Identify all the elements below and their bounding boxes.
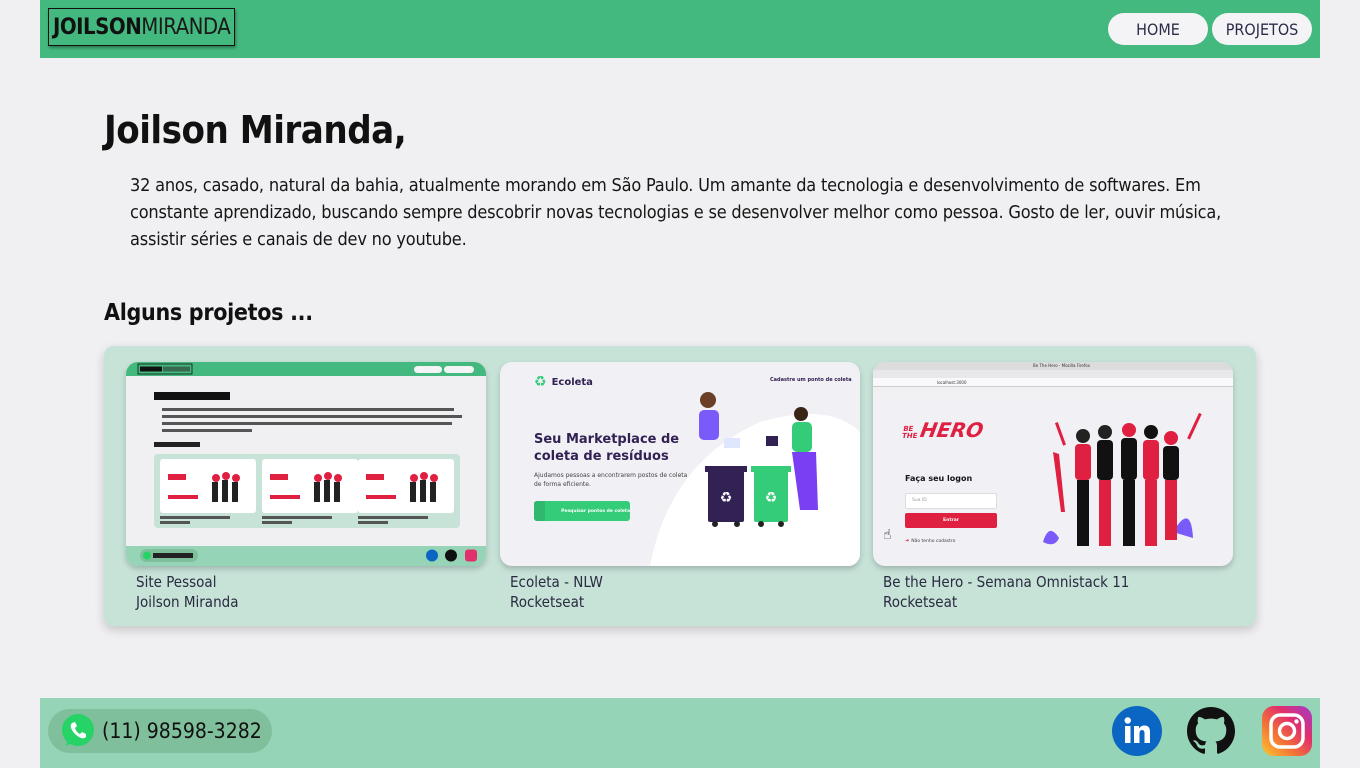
hero-logon-heading: Faça seu logon <box>905 474 973 483</box>
hero-register-link: ➜ Não tenho cadastro <box>905 538 955 544</box>
ecoleta-headline-1: Seu Marketplace de <box>534 432 680 447</box>
ecoleta-headline-2: coleta de resíduos <box>534 449 669 464</box>
hero-id-input: Sua ID <box>905 493 997 509</box>
project-name: Site Pessoal <box>136 573 217 591</box>
project-author: Rocketseat <box>510 593 585 611</box>
project-name: Be the Hero - Semana Omnistack 11 <box>883 573 1130 591</box>
ecoleta-preview-image: ♻ ♻ <box>650 392 860 566</box>
nav-projects-button[interactable]: PROJETOS <box>1212 13 1312 45</box>
hero-login-button: Entrar <box>905 513 997 528</box>
ecoleta-register-link: Cadastre um ponto de coleta <box>770 377 852 383</box>
hero-preview-image <box>1043 412 1202 546</box>
main-nav: HOME PROJETOS <box>1108 13 1312 45</box>
hero-logo-small: BE THE <box>901 425 919 440</box>
github-icon[interactable] <box>1186 706 1236 756</box>
hero-logo-hero: HERO <box>918 418 986 442</box>
project-name: Ecoleta - NLW <box>510 573 603 591</box>
svg-text:♻: ♻ <box>720 490 733 506</box>
log-in-icon: ➜ <box>905 538 910 544</box>
instagram-icon[interactable] <box>1262 706 1312 756</box>
project-thumbnail-site-pessoal[interactable] <box>126 362 486 566</box>
page: JOILSON MIRANDA HOME PROJETOS Joilson Mi… <box>40 0 1320 768</box>
project-card-ecoleta[interactable]: ♻ ♻ ♻ Ecoleta Cadastre um ponto de colet… <box>500 362 860 612</box>
hero-login-button-label: Entrar <box>943 518 959 523</box>
project-card-be-the-hero[interactable]: Be The Hero - Mozilla Firefox localhost:… <box>873 362 1233 612</box>
whatsapp-contact[interactable]: (11) 98598-3282 <box>48 709 272 753</box>
hand-cursor-icon: ☝ <box>883 527 892 543</box>
hero-id-placeholder: Sua ID <box>912 498 927 503</box>
ecoleta-brand-name: Ecoleta <box>551 376 593 388</box>
project-thumbnail-ecoleta[interactable]: ♻ ♻ ♻ Ecoleta Cadastre um ponto de colet… <box>500 362 860 566</box>
linkedin-icon[interactable] <box>1112 706 1162 756</box>
ecoleta-search-icon <box>534 501 546 521</box>
bio-paragraph: 32 anos, casado, natural da bahia, atual… <box>130 175 1222 250</box>
ecoleta-sub-2: de forma eficiente. <box>534 481 591 488</box>
recycle-icon: ♻ <box>534 374 547 390</box>
projects-panel: Site Pessoal Joilson Miranda ♻ ♻ ♻ Ecole… <box>104 346 1256 626</box>
project-card-site-pessoal[interactable]: Site Pessoal Joilson Miranda <box>126 362 486 612</box>
ecoleta-search-button-label: Pesquisar pontos de coleta <box>561 508 630 514</box>
header-bar: JOILSON MIRANDA HOME PROJETOS <box>40 0 1320 58</box>
site-pessoal-preview-image <box>126 362 486 566</box>
phone-number: (11) 98598-3282 <box>102 719 262 743</box>
page-title: Joilson Miranda, <box>104 108 407 152</box>
site-logo[interactable]: JOILSON MIRANDA <box>48 8 236 46</box>
logo-bold-text: JOILSON <box>53 14 142 40</box>
projects-section-title: Alguns projetos ... <box>104 300 313 326</box>
hero-logo: BE THE HERO <box>901 418 986 442</box>
ecoleta-brand: ♻ Ecoleta <box>534 374 593 390</box>
nav-home-button[interactable]: HOME <box>1108 13 1208 45</box>
project-author: Joilson Miranda <box>136 593 239 611</box>
svg-text:♻: ♻ <box>765 490 778 506</box>
footer-bar: (11) 98598-3282 <box>40 698 1320 768</box>
hero-logo-the: THE <box>901 432 919 440</box>
ecoleta-sub-1: Ajudamos pessoas a encontrarem postos de… <box>534 472 688 479</box>
project-thumbnail-be-the-hero[interactable]: Be The Hero - Mozilla Firefox localhost:… <box>873 362 1233 566</box>
ecoleta-search-button: Pesquisar pontos de coleta <box>534 501 630 521</box>
whatsapp-icon <box>62 714 94 746</box>
project-author: Rocketseat <box>883 593 958 611</box>
logo-light-text: MIRANDA <box>141 14 231 40</box>
hero-register-label: Não tenho cadastro <box>911 538 956 544</box>
